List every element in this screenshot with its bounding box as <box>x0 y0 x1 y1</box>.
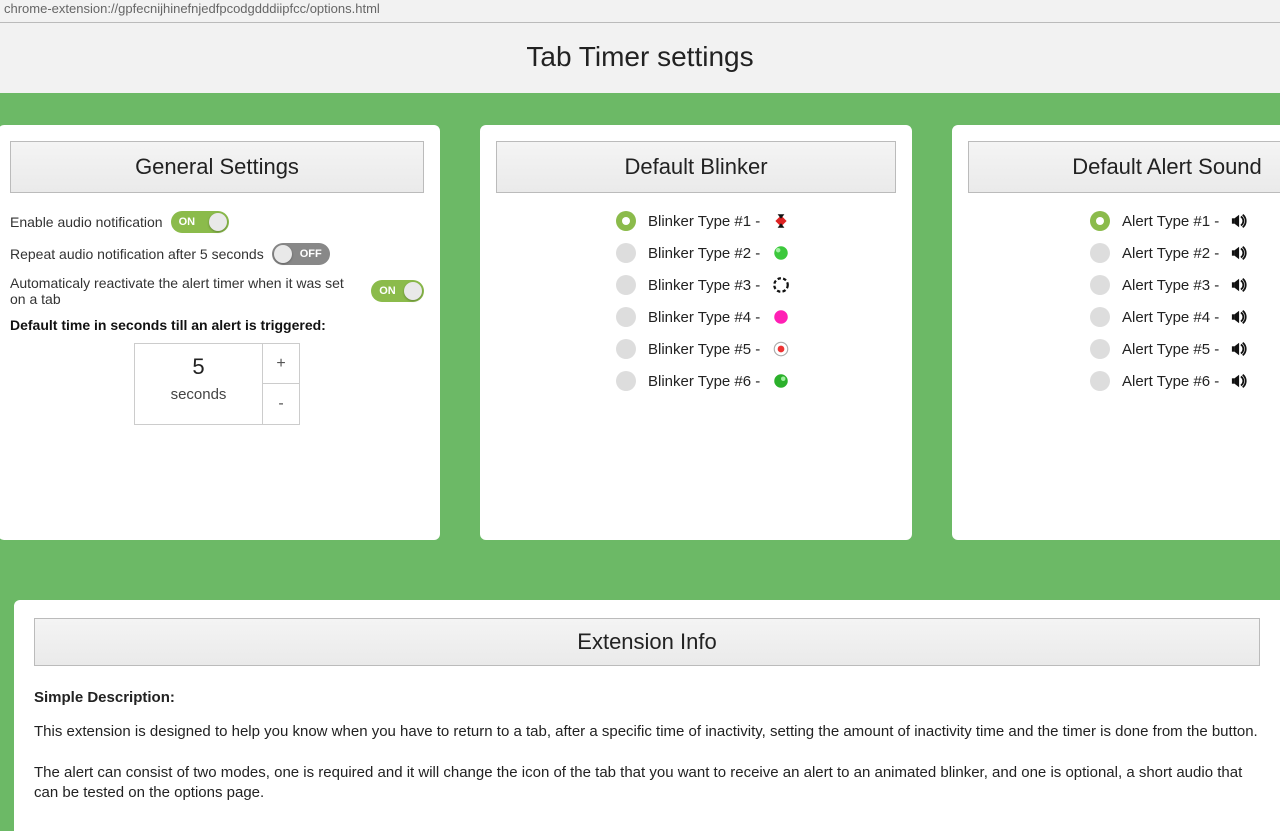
alert-option-label: Alert Type #5 - <box>1122 341 1219 358</box>
reactivate-label: Automaticaly reactivate the alert timer … <box>10 275 363 307</box>
blinker-preview-icon <box>772 276 790 294</box>
time-unit: seconds <box>135 386 262 403</box>
blinker-preview-icon <box>772 244 790 262</box>
blinker-option-label: Blinker Type #5 - <box>648 341 760 358</box>
page-title: Tab Timer settings <box>0 41 1280 73</box>
time-display: 5 seconds <box>135 344 263 424</box>
repeat-audio-row: Repeat audio notification after 5 second… <box>10 243 424 265</box>
blinker-preview-icon <box>772 340 790 358</box>
radio-icon <box>1090 307 1110 327</box>
blinker-options: Blinker Type #1 - Blinker Type #2 - Blin… <box>496 211 896 391</box>
alert-option-label: Alert Type #3 - <box>1122 277 1219 294</box>
enable-audio-label: Enable audio notification <box>10 214 163 230</box>
info-subtitle: Simple Description: <box>34 688 1260 708</box>
alert-option-3[interactable]: Alert Type #3 - <box>1090 275 1280 295</box>
blinker-option-2[interactable]: Blinker Type #2 - <box>616 243 896 263</box>
extension-info-card: Extension Info Simple Description: This … <box>14 600 1280 831</box>
alert-option-label: Alert Type #4 - <box>1122 309 1219 326</box>
time-increment-button[interactable]: + <box>263 344 299 384</box>
radio-icon <box>616 339 636 359</box>
sound-icon <box>1231 308 1249 326</box>
toggle-knob <box>404 282 422 300</box>
toggle-off-text: OFF <box>300 243 322 265</box>
default-alert-sound-card: Default Alert Sound Alert Type #1 - Aler… <box>952 125 1280 540</box>
default-blinker-title: Default Blinker <box>496 141 896 193</box>
page-header: Tab Timer settings <box>0 23 1280 93</box>
general-settings-card: General Settings Enable audio notificati… <box>0 125 440 540</box>
enable-audio-toggle[interactable]: ON <box>171 211 229 233</box>
sound-icon <box>1231 340 1249 358</box>
toggle-knob <box>209 213 227 231</box>
default-alert-sound-title: Default Alert Sound <box>968 141 1280 193</box>
alert-option-2[interactable]: Alert Type #2 - <box>1090 243 1280 263</box>
alert-option-5[interactable]: Alert Type #5 - <box>1090 339 1280 359</box>
reactivate-toggle[interactable]: ON <box>371 280 424 302</box>
default-time-label: Default time in seconds till an alert is… <box>10 317 326 333</box>
repeat-audio-toggle[interactable]: OFF <box>272 243 330 265</box>
blinker-option-label: Blinker Type #2 - <box>648 245 760 262</box>
blinker-option-4[interactable]: Blinker Type #4 - <box>616 307 896 327</box>
enable-audio-row: Enable audio notification ON <box>10 211 424 233</box>
info-paragraph-1: This extension is designed to help you k… <box>34 722 1260 742</box>
alert-option-label: Alert Type #2 - <box>1122 245 1219 262</box>
radio-icon <box>1090 275 1110 295</box>
blinker-option-1[interactable]: Blinker Type #1 - <box>616 211 896 231</box>
sound-icon <box>1231 212 1249 230</box>
blinker-option-5[interactable]: Blinker Type #5 - <box>616 339 896 359</box>
alert-option-1[interactable]: Alert Type #1 - <box>1090 211 1280 231</box>
repeat-audio-label: Repeat audio notification after 5 second… <box>10 246 264 262</box>
info-paragraph-2: The alert can consist of two modes, one … <box>34 763 1260 804</box>
address-bar: chrome-extension://gpfecnijhinefnjedfpco… <box>0 0 1280 23</box>
radio-icon <box>616 275 636 295</box>
radio-icon <box>1090 211 1110 231</box>
blinker-option-3[interactable]: Blinker Type #3 - <box>616 275 896 295</box>
sound-icon <box>1231 244 1249 262</box>
default-time-row: Default time in seconds till an alert is… <box>10 317 424 333</box>
radio-icon <box>1090 243 1110 263</box>
alert-option-label: Alert Type #1 - <box>1122 213 1219 230</box>
blinker-option-label: Blinker Type #1 - <box>648 213 760 230</box>
reactivate-row: Automaticaly reactivate the alert timer … <box>10 275 424 307</box>
blinker-option-label: Blinker Type #6 - <box>648 373 760 390</box>
extension-info-title: Extension Info <box>34 618 1260 666</box>
info-area: Extension Info Simple Description: This … <box>0 572 1280 831</box>
blinker-preview-icon <box>772 308 790 326</box>
settings-area: General Settings Enable audio notificati… <box>0 93 1280 572</box>
sound-icon <box>1231 276 1249 294</box>
radio-icon <box>616 307 636 327</box>
radio-icon <box>1090 339 1110 359</box>
blinker-option-label: Blinker Type #4 - <box>648 309 760 326</box>
radio-icon <box>1090 371 1110 391</box>
radio-icon <box>616 371 636 391</box>
toggle-knob <box>274 245 292 263</box>
alert-option-6[interactable]: Alert Type #6 - <box>1090 371 1280 391</box>
radio-icon <box>616 243 636 263</box>
blinker-option-6[interactable]: Blinker Type #6 - <box>616 371 896 391</box>
radio-icon <box>616 211 636 231</box>
blinker-preview-icon <box>772 212 790 230</box>
alert-option-label: Alert Type #6 - <box>1122 373 1219 390</box>
time-decrement-button[interactable]: - <box>263 384 299 424</box>
alert-options: Alert Type #1 - Alert Type #2 - Alert Ty… <box>968 211 1280 391</box>
time-stepper: 5 seconds + - <box>134 343 300 425</box>
blinker-option-label: Blinker Type #3 - <box>648 277 760 294</box>
general-settings-title: General Settings <box>10 141 424 193</box>
time-value: 5 <box>135 354 262 380</box>
sound-icon <box>1231 372 1249 390</box>
time-stepper-wrap: 5 seconds + - <box>10 343 424 425</box>
blinker-preview-icon <box>772 372 790 390</box>
toggle-on-text: ON <box>179 211 196 233</box>
toggle-on-text: ON <box>379 280 396 302</box>
alert-option-4[interactable]: Alert Type #4 - <box>1090 307 1280 327</box>
default-blinker-card: Default Blinker Blinker Type #1 - Blinke… <box>480 125 912 540</box>
